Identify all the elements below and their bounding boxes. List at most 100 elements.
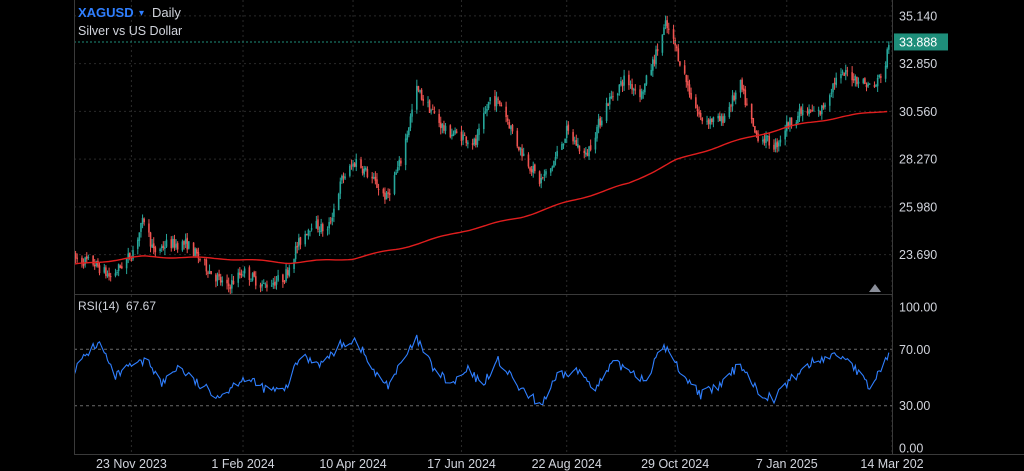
candle-body <box>532 165 535 174</box>
candle-body <box>320 224 322 232</box>
candle-body <box>151 244 153 248</box>
candle-body <box>484 111 487 113</box>
candle-body <box>219 276 222 283</box>
rsi-name[interactable]: RSI(14) <box>78 299 119 313</box>
candle-body <box>865 84 868 87</box>
candle-body <box>835 77 837 86</box>
candle-body <box>718 115 721 122</box>
candle-body <box>326 229 329 231</box>
candle-body <box>467 142 469 145</box>
candle-body <box>344 176 346 179</box>
candle-body <box>248 267 251 280</box>
candle-body <box>478 128 480 135</box>
candle-body <box>175 243 177 248</box>
candle-body <box>754 126 756 133</box>
candle-body <box>707 119 710 124</box>
candle-body <box>87 256 90 258</box>
candle-body <box>541 176 544 178</box>
candle-body <box>661 34 664 53</box>
candle-body <box>522 153 525 156</box>
candle-body <box>723 115 726 122</box>
candle-body <box>763 138 766 143</box>
candle-body <box>720 116 723 122</box>
chevron-down-icon[interactable]: ▾ <box>139 8 144 19</box>
symbol-name[interactable]: XAGUSD <box>78 5 134 20</box>
candle-body <box>337 193 340 211</box>
rsi-legend[interactable]: RSI(14) 67.67 <box>78 299 156 313</box>
candle-body <box>242 274 244 276</box>
candle-body <box>730 105 732 107</box>
candle-body <box>109 276 112 278</box>
xagusd-chart[interactable]: 35.140 32.850 30.560 28.270 25.980 23.690 100… <box>0 0 1024 471</box>
candle-body <box>317 219 319 230</box>
candle-body <box>360 159 362 168</box>
candle-body <box>695 97 697 109</box>
candle-body <box>538 171 541 184</box>
interval-label[interactable]: Daily <box>152 5 181 20</box>
candle-body <box>117 264 120 272</box>
candle-body <box>843 72 845 76</box>
time-tick-label: 17 Jun 2024 <box>427 457 496 471</box>
candle-body <box>852 79 855 81</box>
candle-body <box>274 281 276 286</box>
candle-body <box>363 168 366 175</box>
candle-body <box>766 135 769 137</box>
candle-body <box>164 247 166 249</box>
candle-body <box>800 107 802 114</box>
candle-body <box>487 101 490 109</box>
candle-body <box>856 76 858 85</box>
candle-body <box>521 148 523 157</box>
candle-body <box>886 49 889 67</box>
candle-body <box>422 98 425 101</box>
candle-body <box>127 253 130 258</box>
candle-body <box>495 97 498 107</box>
candle-body <box>634 89 637 91</box>
candle-body <box>382 189 385 194</box>
candle-body <box>321 224 324 232</box>
candle-body <box>366 169 369 178</box>
last-price-badge: 33.888 <box>894 33 948 51</box>
candle-body <box>672 29 675 39</box>
candle-body <box>733 95 735 101</box>
candle-body <box>296 245 299 248</box>
candle-body <box>752 118 755 127</box>
candle-body <box>562 143 565 146</box>
time-tick-label: 10 Apr 2024 <box>319 457 386 471</box>
candle-body <box>653 59 656 64</box>
candle-body <box>667 28 670 30</box>
time-tick-label: 7 Jan 2025 <box>756 457 818 471</box>
candle-body <box>817 109 820 112</box>
candle-body <box>355 159 358 168</box>
candle-body <box>822 105 825 108</box>
candle-body <box>529 167 531 171</box>
candle-body <box>282 274 284 282</box>
candle-body <box>765 135 767 143</box>
candle-body <box>884 65 887 79</box>
candle-body <box>565 125 568 138</box>
candle-body <box>862 79 865 84</box>
last-price-value: 33.888 <box>899 35 937 49</box>
candle-body <box>229 286 232 290</box>
candle-body <box>173 239 176 248</box>
candle-body <box>160 246 163 249</box>
candle-body <box>677 48 680 62</box>
candle-body <box>500 104 503 107</box>
candle-body <box>596 127 598 139</box>
price-tick-label: 30.560 <box>899 105 937 119</box>
rsi-tick-label: 100.00 <box>899 301 937 315</box>
candle-body <box>341 175 343 181</box>
candle-body <box>119 265 122 268</box>
candle-body <box>194 248 196 256</box>
candle-body <box>652 59 654 71</box>
candle-body <box>506 118 509 121</box>
candle-body <box>428 100 431 113</box>
candle-body <box>762 139 764 142</box>
candle-body <box>374 176 377 181</box>
symbol-description: Silver vs US Dollar <box>78 24 182 38</box>
candle-body <box>76 257 78 259</box>
candle-body <box>476 134 479 145</box>
candle-body <box>216 275 219 281</box>
candle-body <box>411 109 413 117</box>
candle-body <box>92 255 94 265</box>
candle-body <box>186 237 189 250</box>
